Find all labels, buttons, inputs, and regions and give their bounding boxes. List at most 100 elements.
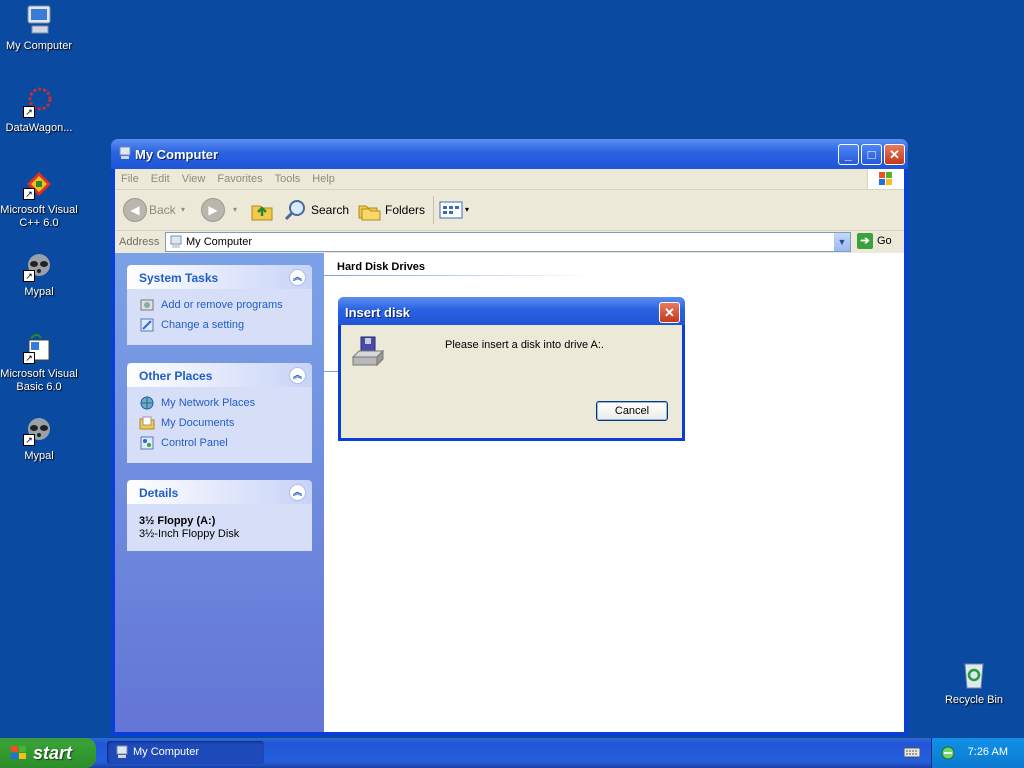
control-panel-icon — [139, 435, 155, 451]
other-places-panel: Other Places ︽ My Network Places My Docu… — [127, 363, 312, 463]
network-tray-icon[interactable] — [940, 745, 956, 761]
cancel-button[interactable]: Cancel — [596, 401, 668, 421]
collapse-chevron-icon[interactable]: ︽ — [289, 269, 306, 286]
dialog-close-button[interactable]: ✕ — [659, 302, 680, 323]
chevron-down-icon: ▾ — [233, 205, 238, 214]
window-titlebar[interactable]: My Computer _ □ ✕ — [111, 139, 908, 169]
system-tasks-header[interactable]: System Tasks ︽ — [127, 265, 312, 289]
change-setting-link[interactable]: Change a setting — [139, 317, 300, 337]
task-pane: System Tasks ︽ Add or remove programs Ch… — [115, 253, 324, 732]
desktop-icon-my-computer[interactable]: My Computer — [0, 4, 79, 53]
floppy-drive-icon — [351, 335, 385, 369]
taskbar-item-my-computer[interactable]: My Computer — [107, 741, 264, 764]
shortcut-arrow-icon: ↗ — [23, 188, 35, 200]
shortcut-arrow-icon: ↗ — [23, 270, 35, 282]
desktop-icon-label: Microsoft Visual C++ 6.0 — [0, 204, 78, 229]
desktop-icon-mypal[interactable]: ↗ Mypal — [0, 250, 79, 299]
desktop-icon-label: Recycle Bin — [944, 694, 1004, 706]
minimize-button[interactable]: _ — [838, 144, 859, 165]
search-icon — [284, 200, 305, 221]
maximize-button[interactable]: □ — [861, 144, 882, 165]
my-documents-link[interactable]: My Documents — [139, 415, 300, 435]
dialog-message: Please insert a disk into drive A:. — [445, 339, 604, 351]
add-remove-programs-icon — [139, 297, 155, 313]
details-header[interactable]: Details ︽ — [127, 480, 312, 504]
details-body: 3½ Floppy (A:) 3½-Inch Floppy Disk — [127, 504, 312, 551]
menu-edit[interactable]: Edit — [145, 169, 176, 185]
folders-icon — [358, 205, 381, 221]
views-icon — [439, 201, 463, 219]
chevron-down-icon: ▾ — [181, 205, 186, 214]
visual-basic-icon: ↗ — [23, 332, 55, 364]
datawagon-icon: ↗ — [23, 86, 55, 118]
address-input[interactable]: My Computer ▼ — [165, 232, 851, 252]
window-title: My Computer — [135, 147, 219, 162]
insert-disk-dialog: Insert disk ✕ Please insert a disk into … — [338, 297, 685, 441]
desktop-icon-visual-cpp[interactable]: ↗ Microsoft Visual C++ 6.0 — [0, 168, 79, 230]
keyboard-icon[interactable] — [903, 746, 921, 758]
dialog-titlebar[interactable]: Insert disk ✕ — [338, 297, 685, 325]
desktop-icon-datawagon[interactable]: ↗ DataWagon... — [0, 86, 79, 135]
recycle-bin-icon — [958, 658, 990, 690]
up-folder-button[interactable] — [250, 198, 274, 222]
back-arrow-icon: ◀ — [123, 198, 147, 222]
other-places-body: My Network Places My Documents Control P… — [127, 387, 312, 463]
start-button[interactable]: start — [0, 738, 96, 768]
toolbar-separator — [433, 196, 434, 224]
forward-button[interactable]: ▶ ▾ — [201, 198, 241, 222]
menu-favorites[interactable]: Favorites — [211, 169, 268, 185]
clock[interactable]: 7:26 AM — [968, 746, 1008, 758]
go-arrow-icon: ➔ — [857, 233, 873, 249]
visual-cpp-icon: ↗ — [23, 168, 55, 200]
desktop-icon-label: My Computer — [5, 40, 73, 52]
other-places-header[interactable]: Other Places ︽ — [127, 363, 312, 387]
details-drive-type: 3½-Inch Floppy Disk — [139, 528, 240, 540]
go-button[interactable]: ➔ Go — [857, 233, 892, 249]
my-computer-icon — [115, 745, 129, 759]
address-dropdown-button[interactable]: ▼ — [834, 233, 850, 251]
search-button[interactable]: Search — [283, 198, 349, 222]
my-computer-icon — [23, 4, 55, 36]
my-computer-icon — [169, 235, 183, 252]
desktop-icon-visual-basic[interactable]: ↗ Microsoft Visual Basic 6.0 — [0, 332, 79, 394]
shortcut-arrow-icon: ↗ — [23, 434, 35, 446]
dialog-body: Please insert a disk into drive A:. Canc… — [341, 325, 682, 438]
address-label: Address — [119, 236, 160, 248]
desktop-icon-label: Mypal — [24, 286, 54, 298]
collapse-chevron-icon[interactable]: ︽ — [289, 484, 306, 501]
raccoon-icon: ↗ — [23, 414, 55, 446]
desktop-icon-label: Microsoft Visual Basic 6.0 — [0, 368, 78, 393]
add-remove-programs-link[interactable]: Add or remove programs — [139, 297, 300, 317]
menu-view[interactable]: View — [176, 169, 212, 185]
raccoon-icon: ↗ — [23, 250, 55, 282]
my-computer-icon — [118, 146, 132, 160]
address-value: My Computer — [186, 236, 253, 248]
collapse-chevron-icon[interactable]: ︽ — [289, 367, 306, 384]
folders-button[interactable]: Folders — [357, 198, 425, 222]
my-network-places-link[interactable]: My Network Places — [139, 395, 300, 415]
window-body: File Edit View Favorites Tools Help ◀ Back ▾ … — [115, 169, 904, 732]
desktop-icon-label: Mypal — [24, 450, 54, 462]
windows-flag-icon — [10, 745, 28, 761]
system-tray: 7:26 AM — [931, 738, 1024, 768]
shortcut-arrow-icon: ↗ — [23, 106, 35, 118]
details-panel: Details ︽ 3½ Floppy (A:) 3½-Inch Floppy … — [127, 480, 312, 551]
menu-bar: File Edit View Favorites Tools Help — [115, 169, 904, 190]
control-panel-link[interactable]: Control Panel — [139, 435, 300, 455]
up-folder-icon — [251, 205, 273, 221]
menu-tools[interactable]: Tools — [269, 169, 307, 185]
close-button[interactable]: ✕ — [884, 144, 905, 165]
section-divider — [324, 275, 594, 276]
system-tasks-panel: System Tasks ︽ Add or remove programs Ch… — [127, 265, 312, 345]
taskbar: start My Computer 7:26 AM — [0, 738, 1024, 768]
desktop-icon-label: DataWagon... — [5, 122, 73, 134]
hard-disk-drives-header: Hard Disk Drives — [337, 261, 426, 273]
views-button[interactable]: ▾ — [439, 198, 473, 222]
toolbar: ◀ Back ▾ ▶ ▾ Search Folders ▾ — [115, 190, 904, 231]
menu-file[interactable]: File — [115, 169, 145, 185]
chevron-down-icon: ▾ — [465, 205, 470, 214]
back-button[interactable]: ◀ Back ▾ — [123, 198, 186, 222]
desktop-icon-mypal-2[interactable]: ↗ Mypal — [0, 414, 79, 463]
menu-help[interactable]: Help — [306, 169, 341, 185]
desktop-icon-recycle-bin[interactable]: Recycle Bin — [934, 658, 1014, 707]
